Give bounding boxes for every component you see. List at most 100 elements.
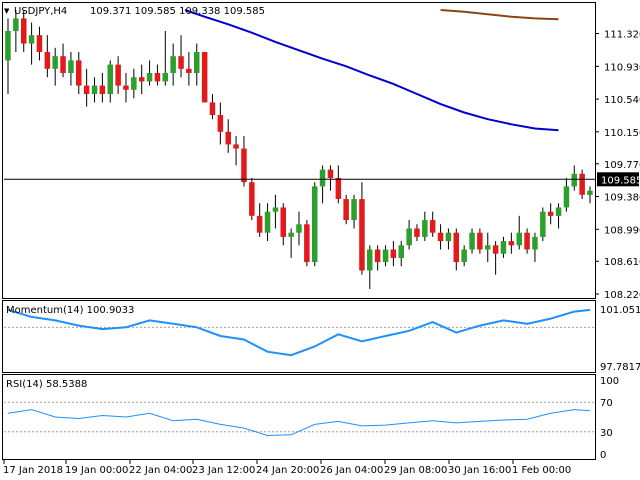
candle-bear bbox=[390, 249, 397, 258]
symbol-dropdown-icon[interactable]: ▼ bbox=[4, 7, 10, 15]
rsi-tick-label: 30 bbox=[600, 428, 613, 439]
candle-bull bbox=[555, 207, 562, 216]
candle-bear bbox=[343, 199, 349, 221]
candle-bear bbox=[233, 144, 239, 149]
candle-bull bbox=[107, 64, 113, 94]
momentum-tick-label: 101.0519 bbox=[600, 305, 640, 316]
rsi-tick-label: 0 bbox=[600, 450, 606, 461]
candle-bear bbox=[241, 148, 247, 183]
moving-averages bbox=[184, 9, 559, 132]
candle-bull bbox=[461, 249, 467, 263]
time-axis: 17 Jan 2018 19 Jan 00:00 22 Jan 04:00 23 Ja… bbox=[3, 460, 571, 476]
candle-bear bbox=[524, 232, 530, 250]
ohlc-label: 109.371 109.585 109.338 109.585 bbox=[90, 6, 265, 17]
rsi-line bbox=[7, 409, 591, 437]
price-tick-label: 110.150 bbox=[604, 128, 640, 139]
momentum-line bbox=[7, 308, 591, 357]
candle-bull bbox=[146, 73, 153, 82]
price-tick-label: 109.380 bbox=[604, 193, 640, 204]
candle-bear bbox=[477, 232, 483, 250]
candle-bull bbox=[367, 249, 373, 271]
candle-bear bbox=[139, 77, 145, 82]
rsi-tick-label: 70 bbox=[600, 398, 613, 409]
price-tick-label: 110.540 bbox=[604, 95, 640, 106]
ma-line-fast bbox=[184, 9, 559, 132]
candle-bull bbox=[422, 220, 428, 237]
rsi-label: RSI(14) 58.5388 bbox=[6, 379, 87, 390]
candle-bear bbox=[201, 52, 208, 103]
candle-bear bbox=[256, 215, 263, 233]
chart-canvas: 109.585 111.320 110.930 110.540 110.150 109.… bbox=[2, 2, 640, 476]
price-tick-label: 109.770 bbox=[604, 160, 640, 171]
time-tick-label: 29 Jan 08:00 bbox=[384, 465, 447, 476]
candle-bull bbox=[540, 211, 546, 237]
chart-window: 109.585 111.320 110.930 110.540 110.150 109.… bbox=[0, 0, 640, 480]
candle-bull bbox=[264, 211, 271, 233]
candle-bull bbox=[485, 245, 491, 250]
candle-bear bbox=[60, 56, 66, 73]
candle-bear bbox=[76, 60, 82, 86]
candle-bear bbox=[21, 18, 27, 44]
candle-bull bbox=[91, 85, 98, 94]
candle-bull bbox=[68, 60, 74, 73]
momentum-tick-label: 97.7817 bbox=[600, 362, 640, 373]
candle-bear bbox=[249, 182, 255, 216]
candle-bear bbox=[429, 220, 436, 233]
candle-bull bbox=[312, 186, 318, 262]
candle-bull bbox=[162, 73, 168, 82]
candle-bull bbox=[587, 190, 593, 195]
candle-bull bbox=[288, 232, 294, 237]
price-tick-label: 111.320 bbox=[604, 30, 640, 41]
price-tick-label: 108.220 bbox=[604, 290, 640, 301]
candle-bull bbox=[445, 232, 452, 242]
symbol-label: USDJPY,H4 bbox=[14, 6, 67, 17]
candle-bear bbox=[280, 207, 286, 237]
candle-bull bbox=[398, 245, 404, 258]
candle-bear bbox=[492, 245, 499, 254]
candle-bull bbox=[319, 169, 326, 187]
candle-bear bbox=[374, 249, 381, 263]
candle-bear bbox=[83, 85, 90, 94]
candle-bull bbox=[532, 236, 538, 250]
price-tick-label: 110.930 bbox=[604, 62, 640, 73]
candlesticks bbox=[5, 10, 593, 289]
candle-bear bbox=[508, 241, 515, 246]
candle-bull bbox=[469, 232, 475, 250]
time-tick-label: 1 Feb 00:00 bbox=[512, 465, 571, 476]
candle-bear bbox=[115, 64, 121, 86]
candle-bear bbox=[217, 115, 224, 132]
candle-bear bbox=[414, 228, 420, 237]
candle-bull bbox=[5, 31, 11, 61]
candle-bear bbox=[225, 131, 231, 145]
candle-bull bbox=[52, 56, 58, 69]
price-tick-label: 108.990 bbox=[604, 225, 640, 236]
candle-bear bbox=[209, 102, 216, 115]
rsi-indicator: 100 70 30 0 bbox=[4, 376, 619, 461]
time-tick-label: 22 Jan 04:00 bbox=[129, 465, 192, 476]
candle-bull bbox=[516, 232, 522, 246]
candle-bear bbox=[359, 199, 365, 271]
time-tick-label: 19 Jan 00:00 bbox=[65, 465, 128, 476]
candle-bull bbox=[296, 224, 302, 233]
time-tick-label: 30 Jan 16:00 bbox=[448, 465, 511, 476]
price-tick-label: 108.610 bbox=[604, 257, 640, 268]
time-tick-label: 26 Jan 04:00 bbox=[320, 465, 383, 476]
candle-bull bbox=[170, 56, 176, 73]
momentum-label: Momentum(14) 100.9033 bbox=[6, 305, 134, 316]
candle-bull bbox=[28, 35, 35, 44]
candle-bull bbox=[272, 207, 279, 212]
candle-bear bbox=[36, 35, 43, 52]
candle-bull bbox=[131, 77, 137, 90]
price-pane-frame bbox=[2, 2, 596, 299]
current-price-label: 109.585 bbox=[601, 175, 640, 186]
time-tick-label: 24 Jan 20:00 bbox=[256, 465, 319, 476]
time-tick-label: 17 Jan 2018 bbox=[3, 465, 63, 476]
rsi-tick-label: 100 bbox=[600, 376, 619, 387]
candle-bull bbox=[500, 241, 507, 254]
candle-bull bbox=[351, 199, 357, 221]
candle-bull bbox=[563, 186, 570, 208]
candle-bear bbox=[304, 224, 310, 263]
candle-bear bbox=[44, 52, 51, 69]
candle-bear bbox=[154, 73, 161, 82]
candle-bull bbox=[194, 52, 200, 73]
